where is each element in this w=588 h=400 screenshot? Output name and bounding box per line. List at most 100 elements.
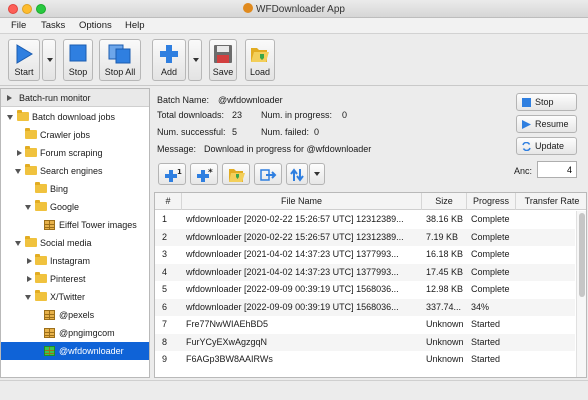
resume-batch-button[interactable]: Resume (516, 115, 577, 133)
stop-all-icon (108, 44, 131, 64)
table-row[interactable]: 7 Fre77NwWIAEhBD5 Unknown Started (155, 316, 575, 333)
in-progress-value: 0 (342, 110, 348, 120)
chevron-down-icon[interactable] (15, 169, 21, 174)
chevron-down-icon[interactable] (15, 241, 21, 246)
add-button[interactable]: Add (152, 39, 186, 81)
tree-item-pinterest[interactable]: Pinterest (1, 270, 149, 288)
tree-item-search-engines[interactable]: Search engines (1, 162, 149, 180)
cell-number: 8 (162, 336, 168, 347)
tree-item-google[interactable]: Google (1, 198, 149, 216)
menu-help[interactable]: Help (125, 20, 145, 31)
job-icon (44, 220, 55, 230)
menu-bar: File Tasks Options Help (0, 18, 588, 34)
table-row[interactable]: 4 wfdownloader [2021-04-02 14:37:23 UTC] … (155, 263, 575, 281)
open-folder-button[interactable] (222, 163, 250, 185)
stop-icon (522, 98, 531, 107)
chevron-right-icon[interactable] (27, 258, 32, 264)
tree-item-pexels[interactable]: @pexels (1, 306, 149, 324)
update-batch-button[interactable]: Update (516, 137, 577, 155)
table-row[interactable]: 1 wfdownloader [2020-02-22 15:26:57 UTC] … (155, 211, 575, 228)
sync-arrows-icon (290, 168, 304, 182)
stop-batch-button[interactable]: Stop (516, 93, 577, 111)
chevron-right-icon[interactable] (27, 276, 32, 282)
cell-size: Unknown (426, 319, 464, 329)
anc-label: Anc: (514, 166, 533, 176)
add-dropdown-button[interactable] (188, 39, 202, 81)
load-button[interactable]: Load (245, 39, 275, 81)
num-successful-label: Num. successful: (157, 127, 226, 137)
message-value: Download in progress for @wfdownloader (204, 144, 372, 154)
table-row[interactable]: 5 wfdownloader [2022-09-09 00:39:19 UTC] … (155, 281, 575, 298)
column-header-size[interactable]: Size (422, 193, 467, 210)
save-button[interactable]: Save (209, 39, 237, 81)
column-header-file-name[interactable]: File Name (182, 193, 422, 210)
start-dropdown-button[interactable] (42, 39, 56, 81)
export-button[interactable] (254, 163, 282, 185)
tree-item-crawler-jobs[interactable]: Crawler jobs (1, 126, 149, 144)
tree-item-bing[interactable]: Bing (1, 180, 149, 198)
cell-number: 4 (162, 266, 168, 277)
cell-progress: Started (471, 319, 501, 329)
table-row[interactable]: 6 wfdownloader [2022-09-09 00:39:19 UTC] … (155, 298, 575, 316)
sync-button[interactable] (286, 163, 308, 185)
status-bar (0, 380, 588, 400)
app-logo-icon (243, 3, 254, 13)
table-row[interactable]: 3 wfdownloader [2021-04-02 14:37:23 UTC] … (155, 246, 575, 263)
cell-file-name: wfdownloader [2020-02-22 15:26:57 UTC] 1… (186, 231, 404, 242)
table-row[interactable]: 9 F6AGp3BW8AAIRWs Unknown Started (155, 351, 575, 368)
tree-header-batch-run-monitor[interactable]: Batch-run monitor (1, 89, 149, 107)
cell-progress: Complete (471, 231, 510, 242)
anc-input[interactable] (537, 161, 577, 178)
stop-button[interactable]: Stop (63, 39, 93, 81)
start-button[interactable]: Start (8, 39, 40, 81)
chevron-right-icon[interactable] (7, 95, 12, 101)
folder-icon (35, 182, 47, 193)
scrollbar-thumb[interactable] (579, 213, 585, 297)
tree-item-forum-scraping[interactable]: Forum scraping (1, 144, 149, 162)
tree-item-eiffel-tower-images[interactable]: Eiffel Tower images (1, 216, 149, 234)
refresh-icon (522, 142, 531, 151)
chevron-right-icon[interactable] (17, 150, 22, 156)
plus-one-icon: 1 (165, 168, 182, 182)
total-downloads-value: 23 (232, 110, 243, 120)
column-header-progress[interactable]: Progress (467, 193, 516, 210)
job-active-icon (44, 346, 55, 356)
cell-size: Unknown (426, 354, 464, 364)
menu-options[interactable]: Options (79, 20, 112, 31)
play-icon (16, 44, 33, 64)
chevron-down-icon[interactable] (25, 205, 31, 210)
tree-item-wfdownloader[interactable]: @wfdownloader (1, 342, 149, 360)
cell-progress: Complete (471, 249, 510, 259)
tree-item-batch-download-jobs[interactable]: Batch download jobs (1, 108, 149, 126)
batch-tree-panel: Batch-run monitor Batch download jobs Cr… (0, 88, 150, 378)
tree-item-instagram[interactable]: Instagram (1, 252, 149, 270)
plus-star-icon: * (197, 168, 213, 182)
play-icon (522, 120, 531, 129)
stop-all-button[interactable]: Stop All (99, 39, 141, 81)
tree-item-social-media[interactable]: Social media (1, 234, 149, 252)
chevron-down-icon[interactable] (7, 115, 13, 120)
cell-size: 16.18 KB (426, 249, 464, 259)
sync-dropdown-button[interactable] (309, 163, 325, 185)
job-icon (44, 310, 55, 320)
chevron-down-icon[interactable] (25, 295, 31, 300)
title-bar: WFDownloader App (0, 0, 588, 18)
menu-file[interactable]: File (11, 20, 26, 31)
folder-icon (35, 200, 47, 211)
cell-progress: Started (471, 354, 501, 364)
cell-file-name: wfdownloader [2020-02-22 15:26:57 UTC] 1… (186, 214, 404, 224)
cell-size: 12.98 KB (426, 284, 464, 294)
column-header-transfer-rate[interactable]: Transfer Rate (516, 193, 586, 210)
cell-size: 7.19 KB (426, 231, 459, 242)
menu-tasks[interactable]: Tasks (41, 20, 65, 31)
add-one-button[interactable]: 1 (158, 163, 186, 185)
column-header-number[interactable]: # (155, 193, 182, 210)
table-vertical-scrollbar[interactable] (576, 211, 586, 377)
cell-file-name: F6AGp3BW8AAIRWs (186, 354, 273, 364)
table-row[interactable]: 2 wfdownloader [2020-02-22 15:26:57 UTC] … (155, 228, 575, 246)
table-row[interactable]: 8 FurYCyEXwAgzgqN Unknown Started (155, 333, 575, 351)
tree-item-x-twitter[interactable]: X/Twitter (1, 288, 149, 306)
add-all-button[interactable]: * (190, 163, 218, 185)
tree-item-pngimgcom[interactable]: @pngimgcom (1, 324, 149, 342)
cell-size: 337.74... (426, 301, 462, 312)
